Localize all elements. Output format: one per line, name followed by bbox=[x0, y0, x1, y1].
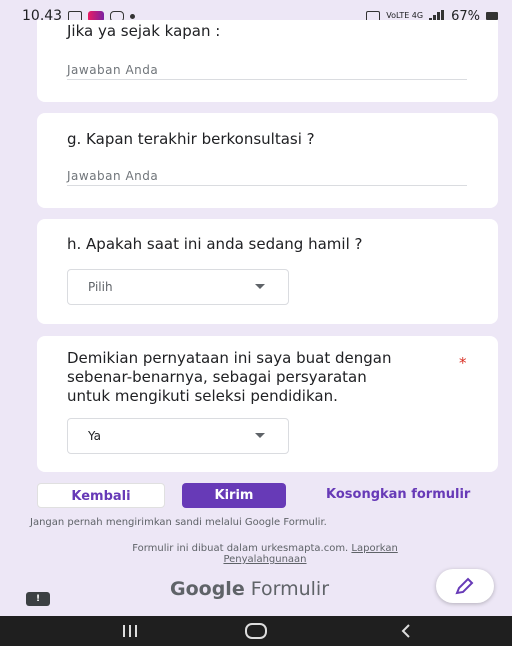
clear-form-button[interactable]: Kosongkan formulir bbox=[326, 487, 470, 502]
report-abuse-link[interactable]: Laporkan bbox=[351, 543, 397, 554]
form-origin-note: Formulir ini dibuat dalam urkesmapta.com… bbox=[75, 543, 455, 565]
report-abuse-link-continued[interactable]: Penyalahgunaan bbox=[223, 554, 306, 565]
recents-icon[interactable] bbox=[100, 616, 160, 646]
submit-button[interactable]: Kirim bbox=[182, 483, 286, 508]
select-value: Pilih bbox=[88, 280, 113, 294]
logo-google: Google bbox=[170, 578, 245, 600]
question-card-g: g. Kapan terakhir berkonsultasi ? Jawaba… bbox=[37, 113, 498, 208]
logo-forms: Formulir bbox=[250, 578, 330, 600]
network-type: VoLTE 4G bbox=[386, 11, 424, 20]
pregnancy-select[interactable]: Pilih bbox=[67, 269, 289, 305]
statement-line-2: sebenar-benarnya, sebagai persyaratan bbox=[67, 368, 367, 386]
pencil-icon bbox=[455, 577, 474, 595]
home-icon[interactable] bbox=[226, 616, 286, 646]
question-card-since: Jika ya sejak kapan : Jawaban Anda bbox=[37, 20, 498, 102]
exclamation-icon[interactable]: ! bbox=[26, 592, 50, 606]
navigation-bar bbox=[0, 616, 512, 646]
answer-input-since[interactable]: Jawaban Anda bbox=[67, 63, 158, 77]
caret-down-icon bbox=[255, 284, 265, 289]
statement-select[interactable]: Ya bbox=[67, 418, 289, 454]
caret-down-icon bbox=[255, 433, 265, 438]
made-text: Formulir ini dibuat dalam urkesmapta.com… bbox=[132, 543, 349, 554]
back-icon[interactable] bbox=[376, 616, 436, 646]
statement-label: Demikian pernyataan ini saya buat dengan… bbox=[67, 349, 391, 406]
notification-dot-icon bbox=[130, 13, 136, 19]
input-underline bbox=[67, 79, 467, 80]
google-forms-logo: Google Formulir bbox=[170, 578, 329, 600]
question-label-g: g. Kapan terakhir berkonsultasi ? bbox=[67, 130, 315, 148]
battery-icon bbox=[486, 12, 498, 20]
input-underline bbox=[67, 185, 467, 186]
select-value: Ya bbox=[88, 429, 102, 443]
answer-input-g[interactable]: Jawaban Anda bbox=[67, 169, 158, 183]
back-button[interactable]: Kembali bbox=[37, 483, 165, 508]
required-asterisk: * bbox=[459, 354, 467, 372]
statement-line-1: Demikian pernyataan ini saya buat dengan bbox=[67, 349, 392, 367]
edit-fab-button[interactable] bbox=[436, 569, 494, 603]
question-label-since: Jika ya sejak kapan : bbox=[67, 22, 221, 40]
question-card-h: h. Apakah saat ini anda sedang hamil ? P… bbox=[37, 219, 498, 324]
question-label-h: h. Apakah saat ini anda sedang hamil ? bbox=[67, 235, 363, 253]
statement-line-3: untuk mengikuti seleksi pendidikan. bbox=[67, 387, 338, 405]
question-card-statement: Demikian pernyataan ini saya buat dengan… bbox=[37, 336, 498, 472]
password-warning: Jangan pernah mengirimkan sandi melalui … bbox=[30, 517, 327, 528]
